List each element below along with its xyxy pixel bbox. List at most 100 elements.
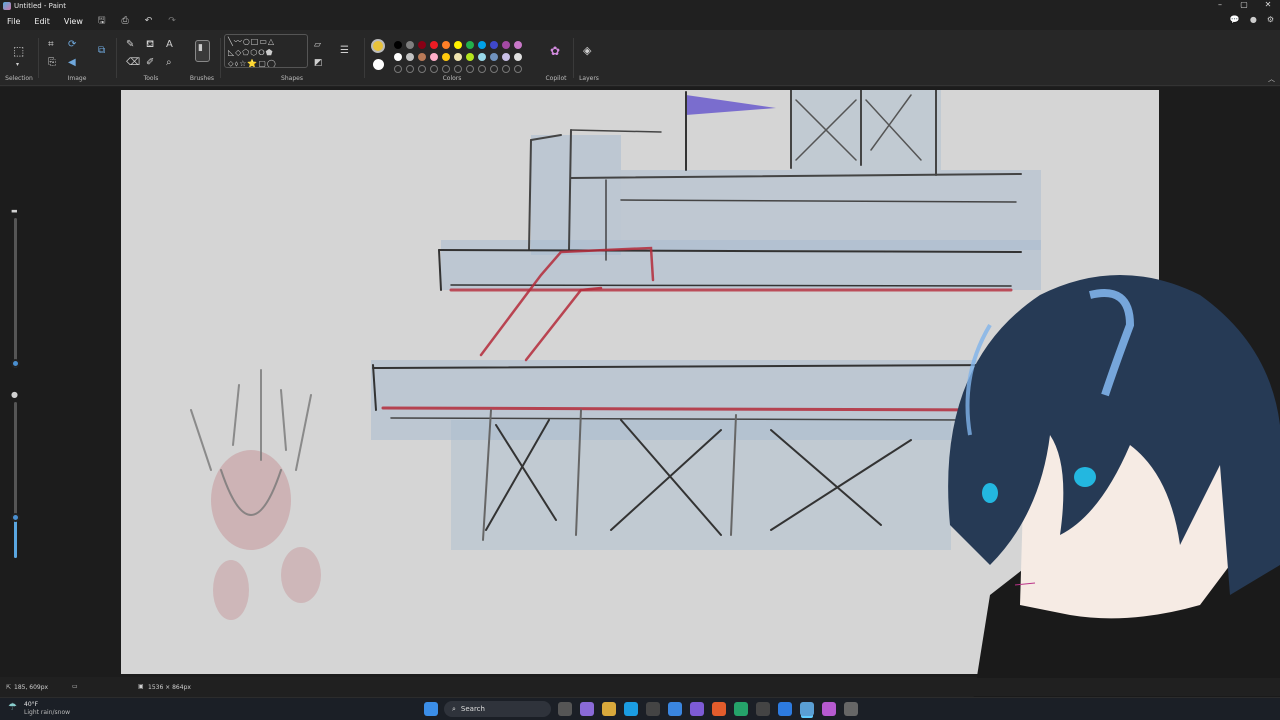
weather-desc[interactable]: Light rain/snow	[24, 709, 70, 716]
share-icon[interactable]: ⎙	[114, 16, 137, 26]
paint-taskbar-icon[interactable]	[800, 702, 814, 716]
palette-color[interactable]	[490, 41, 498, 49]
edge-icon[interactable]	[624, 702, 638, 716]
custom-color-slot[interactable]	[454, 65, 462, 73]
settings-icon[interactable]: ⚙	[1267, 15, 1274, 24]
custom-color-slot[interactable]	[418, 65, 426, 73]
palette-color[interactable]	[478, 53, 486, 61]
magnifier-icon[interactable]: ⌕	[166, 58, 172, 68]
crop-icon[interactable]: ⌗	[48, 40, 54, 50]
palette-color[interactable]	[490, 53, 498, 61]
feedback-icon[interactable]: 💬	[1230, 15, 1240, 24]
app-icon[interactable]	[778, 702, 792, 716]
palette-color[interactable]	[406, 41, 414, 49]
account-icon[interactable]: ●	[1250, 15, 1257, 24]
primary-color-swatch[interactable]	[371, 39, 385, 53]
custom-color-slot[interactable]	[394, 65, 402, 73]
app-icon[interactable]	[822, 702, 836, 716]
shapes-gallery[interactable]: ╲〰○□▭△ ◺◇⬠⬡⭘⬟ ⬦⬨☆⭐▢◯	[224, 34, 308, 68]
store-icon[interactable]	[646, 702, 660, 716]
task-view-icon[interactable]	[558, 702, 572, 716]
selection-label: Selection	[5, 75, 33, 82]
minimize-button[interactable]: –	[1208, 0, 1232, 9]
palette-color[interactable]	[502, 53, 510, 61]
custom-color-slot[interactable]	[502, 65, 510, 73]
color-picker-icon[interactable]: ✐	[146, 58, 154, 68]
maximize-button[interactable]: ▢	[1232, 0, 1256, 9]
settings-app-icon[interactable]	[844, 702, 858, 716]
menu-view[interactable]: View	[57, 17, 90, 26]
slider-knob[interactable]	[11, 359, 20, 368]
xbox-icon[interactable]	[734, 702, 748, 716]
flip-icon[interactable]: ◀	[68, 58, 76, 68]
palette-color[interactable]	[502, 41, 510, 49]
close-button[interactable]: ✕	[1256, 0, 1280, 9]
redo-icon[interactable]: ↷	[160, 16, 184, 26]
palette-color[interactable]	[394, 41, 402, 49]
rotate-icon[interactable]: ⟳	[68, 40, 76, 50]
undo-icon[interactable]: ↶	[137, 16, 161, 26]
firefox-icon[interactable]	[712, 702, 726, 716]
palette-color[interactable]	[454, 41, 462, 49]
palette-color[interactable]	[514, 53, 522, 61]
fill-bucket-icon[interactable]: ⛾	[146, 40, 154, 50]
save-icon[interactable]: 🖫	[90, 13, 114, 29]
cursor-position: 185, 609px	[14, 684, 49, 691]
divider	[573, 38, 574, 78]
custom-color-slot[interactable]	[466, 65, 474, 73]
palette-color[interactable]	[418, 41, 426, 49]
weather-temp[interactable]: 40°F	[24, 701, 38, 708]
palette-color[interactable]	[478, 41, 486, 49]
teams-icon[interactable]	[690, 702, 704, 716]
menu-edit[interactable]: Edit	[27, 17, 57, 26]
eraser-icon[interactable]: ⌫	[126, 58, 140, 68]
palette-color[interactable]	[406, 53, 414, 61]
custom-color-slot[interactable]	[430, 65, 438, 73]
file-explorer-icon[interactable]	[602, 702, 616, 716]
outline-icon[interactable]: ▱	[314, 40, 321, 50]
start-icon[interactable]	[424, 702, 438, 716]
cursor-icon: ⇱	[6, 684, 12, 691]
copilot-icon[interactable]: ✿	[550, 45, 560, 57]
secondary-color-swatch[interactable]	[373, 59, 384, 70]
palette-color[interactable]	[442, 41, 450, 49]
palette-color[interactable]	[418, 53, 426, 61]
custom-color-slot[interactable]	[514, 65, 522, 73]
vtuber-avatar	[948, 275, 1280, 720]
custom-color-slot[interactable]	[442, 65, 450, 73]
palette-color[interactable]	[430, 53, 438, 61]
palette-color[interactable]	[466, 53, 474, 61]
slider-knob[interactable]	[11, 513, 20, 522]
resize-icon[interactable]: ⧉	[98, 46, 105, 56]
custom-color-slot[interactable]	[478, 65, 486, 73]
blue-wash	[621, 170, 1041, 250]
text-tool-icon[interactable]: A	[166, 40, 173, 50]
steam-icon[interactable]	[756, 702, 770, 716]
palette-color[interactable]	[466, 41, 474, 49]
pencil-icon[interactable]: ✎	[126, 40, 134, 50]
custom-color-slot[interactable]	[490, 65, 498, 73]
palette-color[interactable]	[430, 41, 438, 49]
chevron-down-icon[interactable]: ▾	[16, 60, 19, 70]
divider	[38, 38, 39, 78]
menu-file[interactable]: File	[0, 17, 27, 26]
custom-color-slot[interactable]	[406, 65, 414, 73]
taskbar-search[interactable]: ⌕ Search	[444, 701, 551, 717]
mail-icon[interactable]	[668, 702, 682, 716]
palette-color[interactable]	[394, 53, 402, 61]
stroke-size-icon[interactable]: ☰	[340, 46, 349, 56]
fill-icon[interactable]: ◩	[314, 58, 323, 68]
palette-color[interactable]	[514, 41, 522, 49]
divider	[220, 38, 221, 78]
select-all-icon[interactable]: ⎘	[48, 58, 56, 68]
shapes-row: ⬦⬨☆⭐▢◯	[228, 59, 277, 68]
brushes-group: ▮ Brushes	[188, 34, 216, 86]
copilot-app-icon[interactable]	[580, 702, 594, 716]
ribbon-collapse-icon[interactable]: ︿	[1268, 74, 1275, 84]
select-rectangle-icon[interactable]: ⬚	[13, 45, 24, 57]
palette-color[interactable]	[454, 53, 462, 61]
weather-icon[interactable]: ☂	[8, 702, 17, 713]
palette-color[interactable]	[442, 53, 450, 61]
layers-icon[interactable]: ◈	[583, 45, 591, 56]
red-stairs	[524, 286, 603, 362]
